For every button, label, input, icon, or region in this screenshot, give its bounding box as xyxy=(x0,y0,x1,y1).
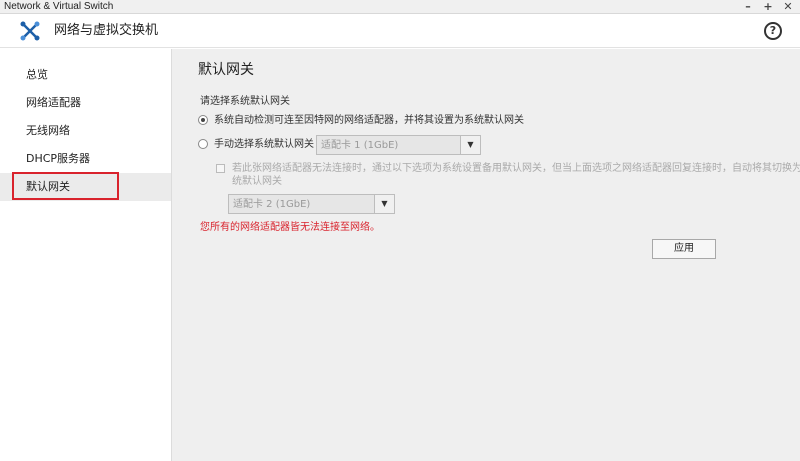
fallback-adapter-select[interactable]: 适配卡 2 (1GbE) ▼ xyxy=(228,194,395,214)
app-title: 网络与虚拟交换机 xyxy=(54,23,159,38)
sidebar-item-network-adapters[interactable]: 网络适配器 xyxy=(0,89,171,117)
auto-gateway-label: 系统自动检测可连至因特网的网络适配器，并将其设置为系统默认网关 xyxy=(214,115,524,126)
selection-highlight xyxy=(12,172,119,200)
app-header: 网络与虚拟交换机 ? xyxy=(0,14,800,48)
primary-adapter-select[interactable]: 适配卡 1 (1GbE) ▼ xyxy=(316,135,481,155)
sidebar-item-label: 网络适配器 xyxy=(26,96,81,109)
fallback-adapter-value: 适配卡 2 (1GbE) xyxy=(233,199,311,210)
gateway-prompt: 请选择系统默认网关 xyxy=(200,96,290,107)
help-icon[interactable]: ? xyxy=(764,22,782,40)
chevron-down-icon: ▼ xyxy=(374,195,394,213)
sidebar-item-default-gateway[interactable]: 默认网关 xyxy=(0,172,171,201)
primary-adapter-value: 适配卡 1 (1GbE) xyxy=(321,140,399,151)
maximize-icon[interactable]: + xyxy=(760,0,776,14)
fallback-gateway-label-line1: 若此张网络适配器无法连接时，通过以下选项为系统设置备用默认网关，但当上面选项之网… xyxy=(232,163,800,174)
chevron-down-icon: ▼ xyxy=(460,136,480,154)
sidebar-item-label: DHCP服务器 xyxy=(26,152,91,165)
error-message: 您所有的网络适配器皆无法连接至网络。 xyxy=(200,222,380,233)
sidebar-item-label: 无线网络 xyxy=(26,124,70,137)
apply-button[interactable]: 应用 xyxy=(652,239,716,259)
manual-gateway-label: 手动选择系统默认网关 xyxy=(214,139,314,150)
sidebar-item-wireless[interactable]: 无线网络 xyxy=(0,117,171,145)
network-switch-icon xyxy=(20,21,40,41)
window-titlebar: Network & Virtual Switch – + ✕ xyxy=(0,0,800,14)
manual-gateway-radio[interactable] xyxy=(198,139,208,149)
fallback-gateway-checkbox[interactable] xyxy=(216,164,225,173)
sidebar-item-label: 总览 xyxy=(26,68,48,81)
close-icon[interactable]: ✕ xyxy=(780,0,796,14)
sidebar-item-overview[interactable]: 总览 xyxy=(0,61,171,89)
auto-gateway-radio[interactable] xyxy=(198,115,208,125)
sidebar: 总览 网络适配器 无线网络 DHCP服务器 默认网关 xyxy=(0,49,172,461)
sidebar-item-dhcp-server[interactable]: DHCP服务器 xyxy=(0,145,171,173)
main-panel: 默认网关 请选择系统默认网关 系统自动检测可连至因特网的网络适配器，并将其设置为… xyxy=(172,49,800,461)
fallback-gateway-label-line2: 统默认网关 xyxy=(232,176,282,187)
page-title: 默认网关 xyxy=(198,62,254,78)
minimize-icon[interactable]: – xyxy=(740,0,756,14)
window-title: Network & Virtual Switch xyxy=(4,1,114,12)
